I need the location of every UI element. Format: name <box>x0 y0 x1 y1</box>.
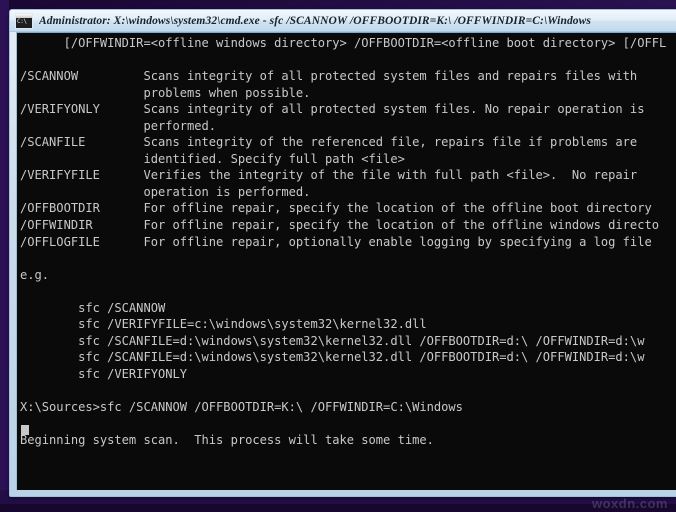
desktop-left-strip <box>0 0 9 512</box>
watermark: woxdn.com <box>591 496 668 511</box>
console-line: /VERIFYONLY Scans integrity of all prote… <box>20 102 645 117</box>
console-output-area[interactable]: [/OFFWINDIR=<offline windows directory> … <box>16 32 676 490</box>
command-prompt-window[interactable]: C:\ Administrator: X:\windows\system32\c… <box>9 9 676 497</box>
window-title: Administrator: X:\windows\system32\cmd.e… <box>39 14 591 27</box>
console-line: /SCANFILE Scans integrity of the referen… <box>20 135 638 150</box>
console-line: sfc /SCANNOW <box>20 300 166 315</box>
console-line: Beginning system scan. This process will… <box>20 433 434 448</box>
desktop-bottom-shadow <box>0 504 676 512</box>
console-line: /OFFWINDIR For offline repair, specify t… <box>20 218 659 233</box>
console-line: sfc /VERIFYONLY <box>20 366 188 381</box>
console-line: identified. Specify full path <file> <box>20 151 405 166</box>
console-line: sfc /SCANFILE=d:\windows\system32\kernel… <box>20 333 645 348</box>
console-line: /SCANNOW Scans integrity of all protecte… <box>20 69 638 84</box>
cmd-icon-glyph: C:\ <box>17 17 27 25</box>
console-line: /OFFBOOTDIR For offline repair, specify … <box>20 201 652 216</box>
console-line: /VERIFYFILE Verifies the integrity of th… <box>20 168 638 183</box>
console-line: e.g. <box>20 267 50 282</box>
cmd-console-icon: C:\ <box>15 12 33 29</box>
console-line: operation is performed. <box>20 184 311 199</box>
window-titlebar[interactable]: C:\ Administrator: X:\windows\system32\c… <box>10 10 676 32</box>
console-line: /OFFLOGFILE For offline repair, optional… <box>20 234 652 249</box>
console-text-container: [/OFFWINDIR=<offline windows directory> … <box>20 34 676 465</box>
console-line: X:\Sources>sfc /SCANNOW /OFFBOOTDIR=K:\ … <box>20 400 463 415</box>
console-line: problems when possible. <box>20 85 311 100</box>
console-line: performed. <box>20 118 217 133</box>
text-cursor <box>21 425 29 435</box>
console-line: [/OFFWINDIR=<offline windows directory> … <box>20 36 667 50</box>
console-line: sfc /SCANFILE=d:\windows\system32\kernel… <box>20 350 645 365</box>
console-line: sfc /VERIFYFILE=c:\windows\system32\kern… <box>20 317 427 332</box>
